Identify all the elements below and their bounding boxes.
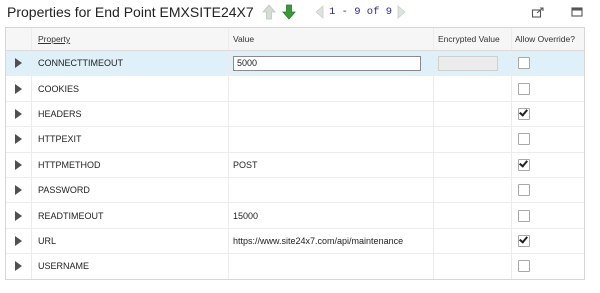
expand-arrow-icon bbox=[15, 108, 22, 119]
property-value[interactable]: POST bbox=[229, 152, 434, 177]
header-bar: Properties for End Point EMXSITE24X7 1 -… bbox=[0, 0, 600, 26]
value-cell: 5000 bbox=[229, 51, 434, 76]
expand-row-button[interactable] bbox=[6, 51, 32, 76]
expand-row-button[interactable] bbox=[6, 203, 32, 228]
properties-table: Property Value Encrypted Value Allow Ove… bbox=[5, 27, 585, 280]
property-value[interactable] bbox=[229, 101, 434, 127]
encrypted-value-cell[interactable] bbox=[434, 254, 512, 279]
property-name: CONNECTTIMEOUT bbox=[32, 51, 229, 76]
table-row[interactable]: URL https://www.site24x7.com/api/maintena… bbox=[6, 228, 584, 255]
expand-row-button[interactable] bbox=[6, 152, 32, 177]
property-value[interactable]: 15000 bbox=[229, 203, 434, 228]
expand-row-button[interactable] bbox=[6, 101, 32, 127]
expand-arrow-icon bbox=[15, 261, 22, 272]
allow-override-checkbox[interactable] bbox=[518, 158, 530, 171]
page-title: Properties for End Point EMXSITE24X7 bbox=[7, 4, 254, 20]
allow-override-cell bbox=[512, 102, 584, 126]
allow-override-checkbox[interactable] bbox=[518, 133, 530, 146]
allow-override-cell bbox=[512, 178, 584, 202]
table-row[interactable]: HTTPMETHOD POST bbox=[6, 152, 584, 178]
table-row[interactable]: COOKIES bbox=[6, 76, 584, 102]
allow-override-checkbox[interactable] bbox=[518, 184, 530, 197]
encrypted-value-cell bbox=[434, 51, 512, 76]
column-header-value: Value bbox=[229, 28, 434, 50]
table-row[interactable]: HTTPEXIT bbox=[6, 127, 584, 153]
encrypted-value-input[interactable] bbox=[438, 55, 498, 71]
expand-arrow-icon bbox=[15, 134, 22, 145]
encrypted-value-cell[interactable] bbox=[434, 127, 512, 152]
expand-arrow-icon bbox=[15, 58, 22, 69]
allow-override-cell bbox=[512, 153, 584, 177]
allow-override-checkbox[interactable] bbox=[518, 209, 530, 222]
property-name: READTIMEOUT bbox=[32, 203, 229, 228]
property-value[interactable] bbox=[229, 177, 434, 203]
table-row[interactable]: READTIMEOUT 15000 bbox=[6, 203, 584, 229]
pager: 1 - 9 of 9 bbox=[313, 3, 408, 21]
property-name: PASSWORD bbox=[32, 177, 229, 203]
expand-column-header bbox=[6, 28, 32, 50]
expand-row-button[interactable] bbox=[6, 254, 32, 279]
expand-arrow-icon bbox=[15, 159, 22, 170]
property-value[interactable] bbox=[229, 76, 434, 101]
table-row[interactable]: PASSWORD bbox=[6, 177, 584, 204]
property-name: USERNAME bbox=[32, 254, 229, 279]
property-name: HTTPEXIT bbox=[32, 127, 229, 152]
expand-row-button[interactable] bbox=[6, 127, 32, 152]
encrypted-value-cell[interactable] bbox=[434, 228, 512, 254]
table-row[interactable]: HEADERS bbox=[6, 101, 584, 128]
allow-override-checkbox[interactable] bbox=[518, 234, 530, 247]
previous-page-icon[interactable] bbox=[313, 5, 325, 19]
expand-arrow-icon bbox=[15, 210, 22, 221]
move-up-icon[interactable] bbox=[261, 3, 277, 21]
encrypted-value-cell[interactable] bbox=[434, 177, 512, 203]
encrypted-value-cell[interactable] bbox=[434, 101, 512, 127]
property-name: URL bbox=[32, 228, 229, 254]
table-header-row: Property Value Encrypted Value Allow Ove… bbox=[6, 28, 584, 51]
allow-override-cell bbox=[512, 203, 584, 227]
value-input[interactable]: 5000 bbox=[233, 55, 421, 71]
allow-override-cell bbox=[512, 127, 584, 151]
column-header-allow-override: Allow Override? bbox=[515, 34, 575, 44]
allow-override-cell bbox=[512, 76, 584, 100]
table-body: CONNECTTIMEOUT 5000 COOKIES HEADERS HTTPEXIT… bbox=[6, 51, 584, 279]
encrypted-value-cell[interactable] bbox=[434, 152, 512, 177]
move-down-icon[interactable] bbox=[281, 3, 297, 21]
allow-override-checkbox[interactable] bbox=[518, 107, 530, 120]
allow-override-checkbox[interactable] bbox=[518, 82, 530, 95]
property-value[interactable]: https://www.site24x7.com/api/maintenance bbox=[229, 228, 434, 254]
encrypted-value-cell[interactable] bbox=[434, 203, 512, 228]
table-row[interactable]: CONNECTTIMEOUT 5000 bbox=[6, 51, 584, 77]
column-header-property[interactable]: Property bbox=[32, 28, 229, 50]
expand-arrow-icon bbox=[15, 235, 22, 246]
expand-row-button[interactable] bbox=[6, 177, 32, 203]
allow-override-checkbox[interactable] bbox=[518, 57, 530, 70]
property-value[interactable] bbox=[229, 254, 434, 279]
expand-arrow-icon bbox=[15, 185, 22, 196]
pager-text: 1 - 9 of 9 bbox=[329, 6, 393, 18]
export-icon[interactable] bbox=[531, 5, 545, 19]
expand-row-button[interactable] bbox=[6, 228, 32, 254]
column-header-encrypted-value: Encrypted Value bbox=[434, 28, 512, 50]
encrypted-value-cell[interactable] bbox=[434, 76, 512, 101]
property-name: HTTPMETHOD bbox=[32, 152, 229, 177]
allow-override-checkbox[interactable] bbox=[518, 260, 530, 273]
allow-override-cell bbox=[512, 229, 584, 253]
expand-row-button[interactable] bbox=[6, 76, 32, 101]
allow-override-cell bbox=[512, 51, 584, 75]
property-name: HEADERS bbox=[32, 101, 229, 127]
property-name: COOKIES bbox=[32, 76, 229, 101]
allow-override-cell bbox=[512, 254, 584, 278]
property-value[interactable] bbox=[229, 127, 434, 152]
next-page-icon[interactable] bbox=[396, 5, 408, 19]
table-row[interactable]: USERNAME bbox=[6, 254, 584, 279]
window-icon[interactable] bbox=[570, 5, 584, 19]
expand-arrow-icon bbox=[15, 83, 22, 94]
